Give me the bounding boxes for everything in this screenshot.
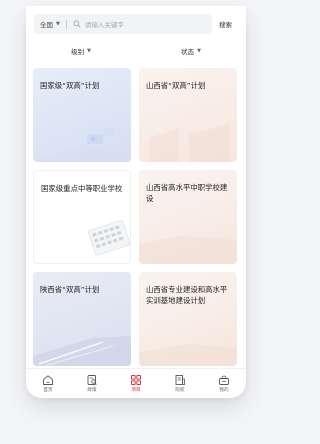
region-selector[interactable]: 全国 ▼: [40, 19, 60, 29]
bottom-tab-bar: 首页 政策 项目 院校 我的: [26, 368, 246, 398]
search-button[interactable]: 搜索: [219, 19, 232, 29]
calculator-illustration: [88, 220, 130, 256]
tab-home[interactable]: 首页: [31, 374, 65, 393]
tab-label: 我的: [219, 388, 229, 393]
card-illustration: [139, 344, 237, 366]
search-input[interactable]: 请输入关键字: [85, 19, 124, 29]
project-card[interactable]: 山西省高水平中职学校建设: [139, 170, 237, 264]
search-icon: [73, 20, 81, 28]
tab-label: 政策: [87, 388, 97, 393]
project-grid-icon: [131, 375, 141, 385]
tab-policy[interactable]: 政策: [75, 374, 109, 393]
card-illustration: [149, 124, 229, 162]
tab-label: 院校: [175, 388, 185, 393]
project-card[interactable]: 国家级“双高”计划: [33, 68, 131, 162]
tab-project[interactable]: 项目: [119, 374, 153, 393]
project-card[interactable]: 陕西省“双高”计划: [33, 272, 131, 366]
project-card[interactable]: 山西省“双高”计划: [139, 68, 237, 162]
card-illustration: [139, 236, 237, 264]
search-row: 全国 ▼ 请输入关键字 搜索: [34, 14, 238, 34]
search-box[interactable]: 全国 ▼ 请输入关键字: [34, 14, 212, 34]
school-icon: [175, 375, 185, 385]
policy-icon: [87, 375, 97, 385]
filter-level-label: 级别: [71, 48, 85, 56]
tab-label: 首页: [43, 388, 53, 393]
filter-level[interactable]: 级别 ▼: [71, 46, 91, 56]
project-card[interactable]: 国家级重点中等职业学校: [33, 170, 131, 264]
tab-school[interactable]: 院校: [163, 374, 197, 393]
card-illustration: [33, 336, 131, 366]
home-icon: [43, 375, 53, 385]
card-illustration: [33, 128, 131, 162]
project-card[interactable]: 山西省专业建设和高水平实训基地建设计划: [139, 272, 237, 366]
phone-frame: 全国 ▼ 请输入关键字 搜索 级别 ▼ 状态 ▼ 国家级“双高”计划 山西省“双…: [26, 6, 246, 398]
tab-profile[interactable]: 我的: [207, 374, 241, 393]
region-label: 全国: [40, 21, 53, 29]
caret-down-icon: ▼: [56, 21, 60, 27]
divider: [65, 19, 67, 29]
tab-label: 项目: [131, 388, 141, 393]
filter-bar: 级别 ▼ 状态 ▼: [26, 44, 246, 58]
filter-status[interactable]: 状态 ▼: [181, 46, 201, 56]
filter-status-label: 状态: [181, 48, 195, 56]
caret-down-icon: ▼: [87, 48, 91, 54]
profile-icon: [219, 375, 229, 385]
caret-down-icon: ▼: [197, 48, 201, 54]
